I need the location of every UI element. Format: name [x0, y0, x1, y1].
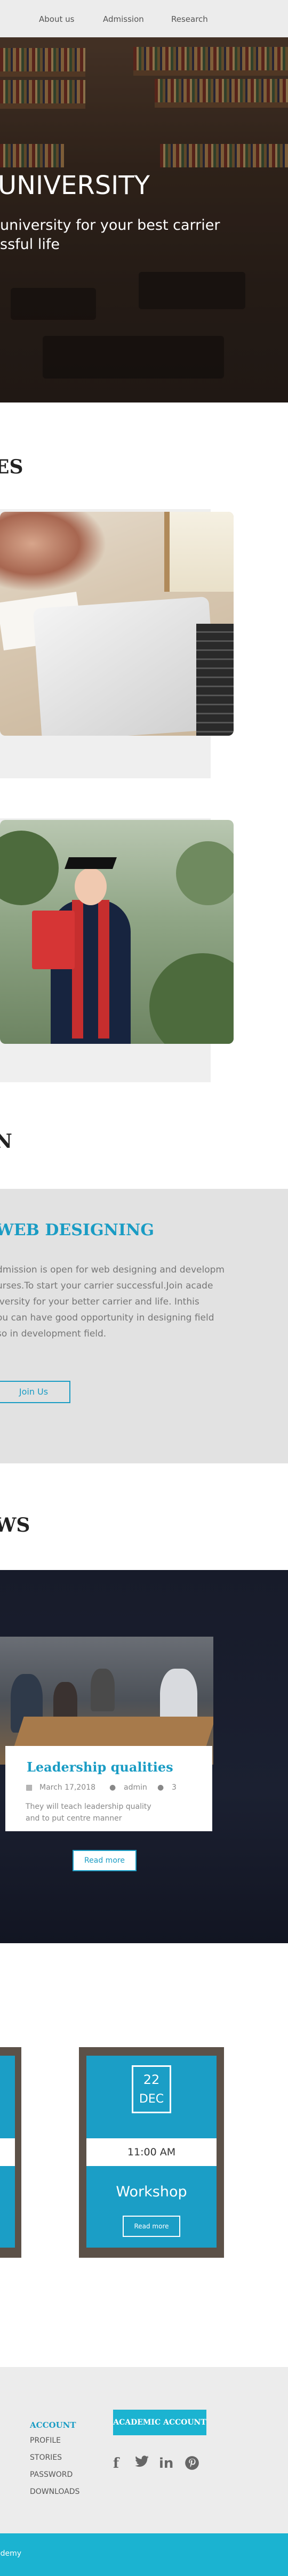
hero-banner: UNIVERSITY university for your best carr… [0, 37, 288, 402]
news-author: admin [124, 1783, 147, 1792]
news-desc-line: They will teach leadership quality [26, 1802, 151, 1811]
course-description: dmission is open for web designing and d… [0, 1262, 237, 1342]
course-text-line: ou can have good opportunity in designin… [0, 1313, 214, 1323]
twitter-icon[interactable] [134, 2456, 149, 2472]
news-card: Leadership qualities ▦ March 17,2018 ● a… [5, 1746, 212, 1831]
nav-item-research[interactable]: Research [171, 14, 208, 24]
join-us-button[interactable]: Join Us [0, 1381, 70, 1403]
hero-subtitle: university for your best carrier ssful l… [0, 216, 235, 254]
academic-account-button[interactable]: ACADEMIC ACCOUNT [113, 2410, 206, 2435]
footer-link-profile[interactable]: PROFILE [30, 2436, 61, 2445]
course-image-graduate[interactable] [0, 820, 234, 1044]
course-text-line: urses.To start your carrier successful.J… [0, 1281, 213, 1291]
comment-icon: ● [157, 1783, 164, 1792]
event-title: Workshop [116, 2184, 187, 2200]
nav-item-admission[interactable]: Admission [103, 14, 144, 24]
pinterest-icon[interactable] [185, 2456, 199, 2474]
course-text-line: so in development field. [0, 1329, 107, 1339]
top-nav: About us Admission Research [0, 0, 288, 37]
hero-subtitle-line: ssful life [0, 236, 60, 253]
event-month: DEC [139, 2092, 164, 2106]
course-image-laptop[interactable] [0, 512, 234, 736]
footer-link-password[interactable]: PASSWORD [30, 2470, 73, 2479]
copyright-text: ademy [0, 2549, 22, 2558]
read-more-button[interactable]: Read more [73, 1850, 137, 1871]
copyright-bar: ademy [0, 2533, 288, 2576]
course-title: WEB DESIGNING [0, 1221, 155, 1239]
event-date-box: 22 DEC [132, 2065, 171, 2113]
footer-link-downloads[interactable]: DOWNLOADS [30, 2488, 79, 2496]
facebook-icon[interactable]: f [113, 2456, 119, 2472]
event-read-more-button[interactable]: Read more [123, 2216, 180, 2237]
course-text-line: iversity for your better carrier and lif… [0, 1297, 199, 1307]
footer-link-stories[interactable]: STORIES [30, 2453, 62, 2462]
user-icon: ● [109, 1783, 116, 1792]
news-date: March 17,2018 [39, 1783, 96, 1792]
footer: ACCOUNT PROFILE STORIES PASSWORD DOWNLOA… [0, 2367, 288, 2533]
hero-title: UNIVERSITY [0, 171, 150, 200]
linkedin-icon[interactable]: in [159, 2456, 173, 2472]
news-description: They will teach leadership quality and t… [26, 1801, 186, 1824]
news-title[interactable]: Leadership qualities [27, 1759, 173, 1775]
section-heading-admission: N [0, 1130, 12, 1153]
section-heading-news: WS [0, 1514, 30, 1536]
event-card-partial [0, 2047, 21, 2258]
course-info-box: WEB DESIGNING dmission is open for web d… [0, 1189, 288, 1463]
event-card-inner: 22 DEC 11:00 AM Workshop Read more [86, 2056, 217, 2248]
nav-item-about[interactable]: About us [39, 14, 74, 24]
calendar-icon: ▦ [26, 1783, 33, 1792]
hero-subtitle-line: university for your best carrier [0, 217, 220, 234]
footer-heading: ACCOUNT [30, 2420, 76, 2430]
event-card: 22 DEC 11:00 AM Workshop Read more [79, 2047, 224, 2258]
news-desc-line: and to put centre manner [26, 1814, 122, 1823]
event-time: 11:00 AM [86, 2138, 217, 2166]
event-day: 22 [143, 2072, 160, 2087]
section-heading-courses: ES [0, 456, 23, 478]
course-text-line: dmission is open for web designing and d… [0, 1265, 225, 1275]
news-image[interactable] [0, 1637, 213, 1765]
news-section: Leadership qualities ▦ March 17,2018 ● a… [0, 1570, 288, 1943]
news-comments: 3 [172, 1783, 177, 1792]
